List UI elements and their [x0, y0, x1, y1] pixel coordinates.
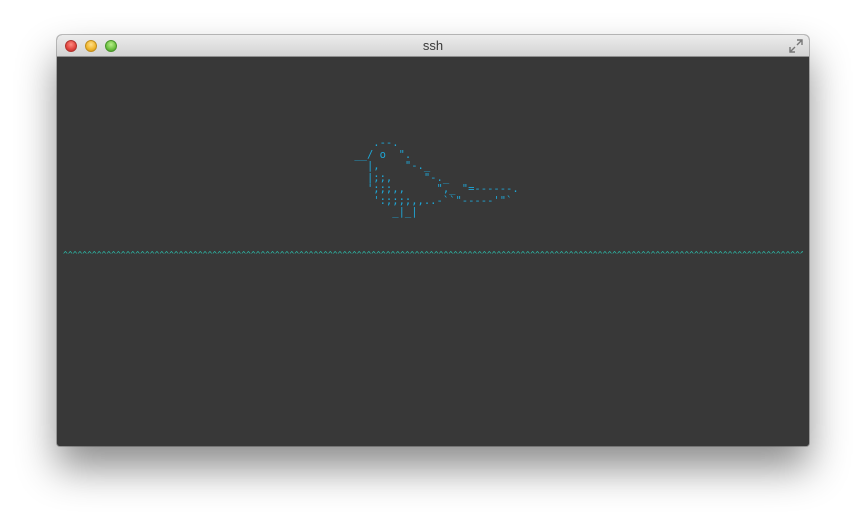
window-title: ssh — [422, 38, 444, 53]
ascii-bird-art: .--. __/ o ". |, "-._ |;;, "-._ ';;;,, "… — [354, 137, 519, 218]
ascii-ground-line: ^^^^^^^^^^^^^^^^^^^^^^^^^^^^^^^^^^^^^^^^… — [63, 250, 803, 259]
fullscreen-arrows-icon[interactable] — [789, 39, 803, 53]
title-bar[interactable]: ssh — [57, 35, 809, 57]
terminal-window: ssh .--. __/ o ". |, "-._ |;;, "-._ ';;;… — [57, 35, 809, 446]
terminal-content[interactable]: .--. __/ o ". |, "-._ |;;, "-._ ';;;,, "… — [57, 57, 809, 446]
